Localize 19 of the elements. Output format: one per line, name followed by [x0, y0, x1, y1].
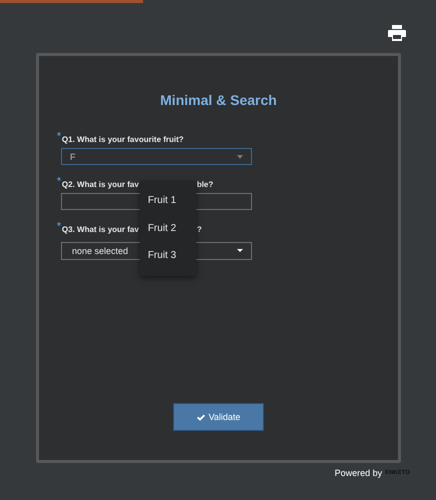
check-icon [196, 414, 205, 420]
question-label: ? [196, 225, 202, 234]
caret-icon [237, 249, 243, 253]
required-mark: * [57, 222, 61, 232]
caret-icon [237, 154, 243, 158]
form-title: Minimal & Search [159, 92, 278, 108]
question-label: Q2. What is your fav [62, 180, 139, 189]
question-label: Q1. What is your favourite fruit? [62, 135, 184, 144]
print-icon[interactable] [388, 25, 406, 41]
dropdown-option[interactable]: Fruit 1 [140, 187, 196, 214]
question-label: ble? [196, 180, 214, 189]
question-label: Q3. What is your fav [62, 225, 139, 234]
dropdown-option[interactable]: Fruit 3 [140, 242, 196, 270]
validate-button[interactable]: Validate [173, 403, 264, 431]
search-field[interactable]: F [61, 148, 252, 165]
required-mark: * [57, 132, 61, 142]
required-mark: * [57, 177, 61, 187]
powered-by-text: Powered by [334, 468, 382, 478]
dropdown-option[interactable]: Fruit 2 [140, 214, 196, 242]
